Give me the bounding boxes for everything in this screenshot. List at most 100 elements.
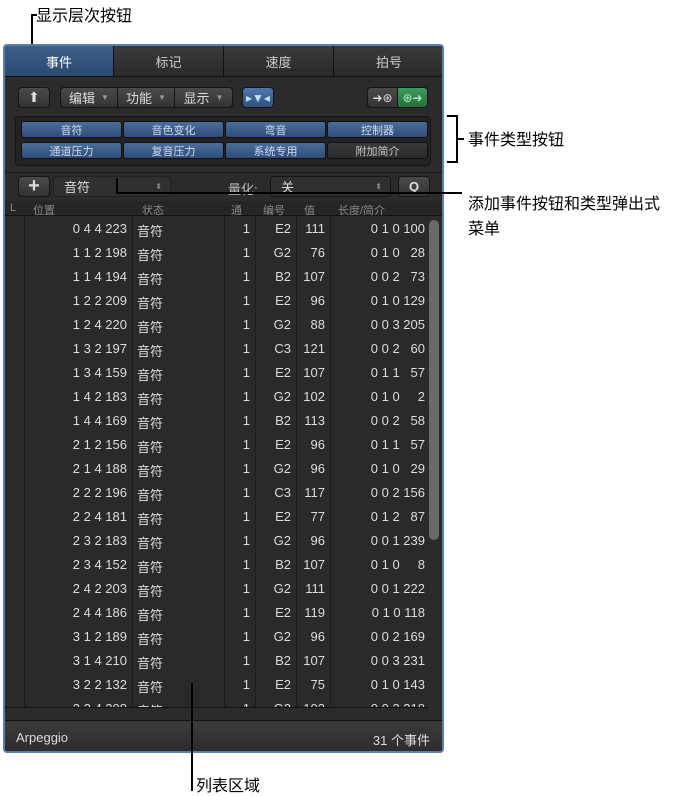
cell-position: 1 4 4 169	[72, 413, 127, 428]
filter-icon: ▸▼◂	[246, 90, 270, 105]
cell-number: E2	[275, 437, 291, 452]
cell-length: 0 1 0 100	[370, 221, 425, 236]
cell-status: 音符	[137, 656, 164, 671]
table-row[interactable]: 1 3 2 197 音符 1 C3 121 0 0 2 60	[5, 336, 428, 360]
table-row[interactable]: 2 4 2 203 音符 1 G2 111 0 0 1 222	[5, 576, 428, 600]
table-row[interactable]: 3 2 4 208 音符 1 G2 103 0 0 2 218	[5, 696, 428, 707]
cell-channel: 1	[242, 365, 250, 380]
edit-menu[interactable]: 编辑 ▼	[60, 87, 118, 108]
cell-number: G2	[273, 245, 291, 260]
event-type-value: 音符	[64, 180, 91, 195]
cell-status: 音符	[137, 701, 163, 707]
type-note-button[interactable]: 音符	[21, 121, 122, 138]
cell-status: 音符	[137, 536, 164, 551]
table-row[interactable]: 2 3 4 152 音符 1 B2 107 0 1 0 8	[5, 552, 428, 576]
table-row[interactable]: 2 2 4 181 音符 1 E2 77 0 1 2 87	[5, 504, 428, 528]
cell-length: 0 1 1 57	[370, 437, 425, 452]
view-label: 显示	[183, 91, 210, 106]
add-event-button[interactable]: +	[18, 175, 50, 197]
cell-position: 1 3 2 197	[72, 341, 127, 356]
type-pitch-bend-button[interactable]: 弯音	[225, 121, 326, 138]
table-row[interactable]: 1 4 2 183 音符 1 G2 102 0 1 0 2	[5, 384, 428, 408]
cell-position: 1 2 2 209	[72, 293, 127, 308]
table-row[interactable]: 2 1 2 156 音符 1 E2 96 0 1 1 57	[5, 432, 428, 456]
table-row[interactable]: 1 1 2 198 音符 1 G2 76 0 1 0 28	[5, 240, 428, 264]
table-row[interactable]: 1 1 4 194 音符 1 B2 107 0 0 2 73	[5, 264, 428, 288]
type-sysex-button[interactable]: 系统专用	[225, 142, 326, 159]
type-poly-pressure-button[interactable]: 复音压力	[123, 142, 224, 159]
cell-number: E2	[275, 365, 291, 380]
cell-number: E2	[275, 677, 291, 692]
tab-tempo[interactable]: 速度	[224, 46, 334, 77]
callout-line	[116, 192, 462, 194]
cell-position: 2 1 2 156	[72, 437, 127, 452]
cell-value: 107	[303, 365, 325, 380]
tab-markers[interactable]: 标记	[114, 46, 224, 77]
table-row[interactable]: 0 4 4 223 音符 1 E2 111 0 1 0 100	[5, 216, 428, 240]
table-row[interactable]: 2 3 2 183 音符 1 G2 96 0 0 1 239	[5, 528, 428, 552]
type-additional-info-button[interactable]: 附加简介	[327, 142, 428, 159]
tab-signature[interactable]: 拍号	[334, 46, 442, 77]
col-loop[interactable]: L	[10, 202, 16, 214]
annotation-list-area: 列表区域	[196, 778, 261, 795]
cell-number: C3	[274, 485, 291, 500]
cell-value: 96	[310, 437, 325, 452]
cell-position: 2 1 4 188	[72, 461, 127, 476]
table-row[interactable]: 2 1 4 188 音符 1 G2 96 0 1 0 29	[5, 456, 428, 480]
up-arrow-icon: ⬆	[28, 89, 40, 105]
edit-label: 编辑	[69, 91, 96, 106]
type-channel-pressure-button[interactable]: 通道压力	[21, 142, 122, 159]
table-row[interactable]: 1 2 4 220 音符 1 G2 88 0 0 3 205	[5, 312, 428, 336]
cell-length: 0 1 0 2	[370, 389, 425, 404]
midi-out-button[interactable]: ➜⊛	[367, 87, 398, 108]
cell-length: 0 1 0 129	[370, 293, 425, 308]
tab-events[interactable]: 事件	[5, 46, 114, 77]
midi-in-icon: ⊛➜	[402, 90, 423, 105]
cell-value: 107	[303, 653, 325, 668]
cell-position: 2 3 4 152	[72, 557, 127, 572]
cell-value: 102	[303, 389, 325, 404]
table-row[interactable]: 2 2 2 196 音符 1 C3 117 0 0 2 156	[5, 480, 428, 504]
cell-number: G2	[273, 533, 291, 548]
type-program-change-button[interactable]: 音色变化	[123, 121, 224, 138]
triangle-down-icon: ▼	[101, 93, 109, 102]
cell-position: 2 4 4 186	[72, 605, 127, 620]
cell-status: 音符	[137, 488, 164, 503]
cell-channel: 1	[242, 245, 250, 260]
functions-menu[interactable]: 功能 ▼	[117, 87, 175, 108]
cell-status: 音符	[137, 440, 164, 455]
view-menu[interactable]: 显示 ▼	[174, 87, 233, 108]
table-row[interactable]: 1 2 2 209 音符 1 E2 96 0 1 0 129	[5, 288, 428, 312]
event-type-buttons: 音符 音色变化 弯音 控制器 通道压力 复音压力 系统专用 附加简介	[15, 116, 431, 166]
status-bar: Arpeggio 31 个事件	[5, 720, 442, 751]
filter-button[interactable]: ▸▼◂	[242, 87, 274, 108]
type-controller-button[interactable]: 控制器	[327, 121, 428, 138]
table-row[interactable]: 3 1 4 210 音符 1 B2 107 0 0 3 231	[5, 648, 428, 672]
cell-status: 音符	[137, 320, 164, 335]
cell-length: 0 1 0 118	[371, 605, 425, 620]
scrollbar[interactable]	[429, 220, 439, 540]
midi-out-icon: ➜⊛	[372, 90, 393, 105]
cell-number: B2	[275, 653, 291, 668]
cell-status: 音符	[137, 224, 164, 239]
cell-number: E2	[275, 509, 291, 524]
event-count: 31 个事件	[372, 733, 430, 748]
table-row[interactable]: 1 4 4 169 音符 1 B2 113 0 0 2 58	[5, 408, 428, 432]
table-row[interactable]: 2 4 4 186 音符 1 E2 119 0 1 0 118	[5, 600, 428, 624]
midi-in-button[interactable]: ⊛➜	[397, 87, 428, 108]
table-row[interactable]: 1 3 4 159 音符 1 E2 107 0 1 1 57	[5, 360, 428, 384]
cell-channel: 1	[242, 605, 250, 620]
cell-position: 3 1 4 210	[72, 653, 127, 668]
cell-length: 0 0 1 239	[370, 533, 425, 548]
cell-number: G2	[273, 581, 291, 596]
cell-value: 111	[305, 581, 325, 596]
table-row[interactable]: 3 2 2 132 音符 1 E2 75 0 1 0 143	[5, 672, 428, 696]
cell-value: 88	[310, 317, 325, 332]
hierarchy-up-button[interactable]: ⬆	[18, 87, 50, 108]
callout-bracket	[447, 161, 457, 163]
cell-position: 0 4 4 223	[72, 221, 127, 236]
table-row[interactable]: 3 1 2 189 音符 1 G2 96 0 0 2 169	[5, 624, 428, 648]
annotation-type-buttons: 事件类型按钮	[468, 132, 565, 149]
cell-position: 3 1 2 189	[72, 629, 127, 644]
cell-channel: 1	[242, 581, 250, 596]
